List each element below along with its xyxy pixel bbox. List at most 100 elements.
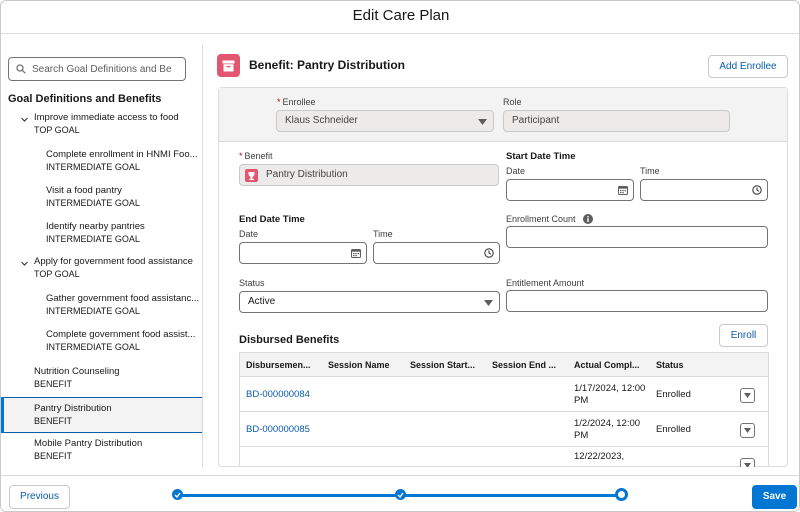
column-header-disbursement[interactable]: Disbursemen... — [240, 353, 322, 377]
goal-tree: Improve immediate access to food TOP GOA… — [1, 109, 202, 467]
tree-item-benefit-selected[interactable]: Pantry Distribution BENEFIT — [1, 397, 202, 433]
tree-item-subgoal[interactable]: Visit a food pantry INTERMEDIATE GOAL — [1, 181, 202, 217]
tree-item-type: BENEFIT — [34, 451, 73, 461]
column-header-session-end[interactable]: Session End ... — [486, 353, 568, 377]
column-header-session-start[interactable]: Session Start... — [404, 353, 486, 377]
start-date-time-heading: Start Date Time — [506, 151, 576, 162]
goal-sidebar: Goal Definitions and Benefits Improve im… — [1, 45, 203, 467]
progress-step-completed[interactable] — [172, 489, 183, 500]
tree-item-label: Nutrition Counseling — [34, 366, 120, 377]
progress-step-current[interactable] — [615, 488, 628, 501]
tree-item-label: Gather government food assistanc... — [46, 293, 200, 304]
enrollee-combobox[interactable]: Klaus Schneider — [276, 110, 494, 132]
search-icon — [16, 64, 26, 74]
enrollee-panel: * Enrollee Klaus Schneider Role Participa… — [218, 87, 788, 467]
tree-item-subgoal[interactable]: Identify nearby pantries INTERMEDIATE GO… — [1, 217, 202, 253]
tree-item-type: TOP GOAL — [34, 269, 80, 279]
tree-item-goal[interactable]: Improve immediate access to food TOP GOA… — [1, 109, 202, 145]
save-button[interactable]: Save — [752, 485, 797, 509]
status-cell: Enrolled — [656, 388, 691, 400]
tree-item-type: BENEFIT — [34, 379, 73, 389]
add-enrollee-button[interactable]: Add Enrollee — [708, 55, 788, 78]
end-date-input[interactable] — [239, 242, 367, 264]
tree-item-benefit[interactable]: Mobile Pantry Distribution BENEFIT — [1, 433, 202, 467]
status-label: Status — [239, 278, 265, 288]
start-time-label: Time — [640, 166, 660, 176]
tree-item-type: INTERMEDIATE GOAL — [46, 234, 140, 244]
previous-button[interactable]: Previous — [9, 485, 70, 509]
clock-icon[interactable] — [752, 185, 762, 195]
disbursement-link[interactable]: BD-000000085 — [240, 412, 322, 447]
benefit-icon — [217, 54, 240, 77]
column-header-status[interactable]: Status — [650, 353, 732, 377]
role-field: Participant — [503, 110, 730, 132]
enroll-button[interactable]: Enroll — [719, 324, 768, 347]
column-header-session-name[interactable]: Session Name — [322, 353, 404, 377]
check-icon — [174, 492, 181, 498]
row-actions-button[interactable] — [740, 458, 755, 467]
required-marker: * — [239, 151, 243, 161]
tree-heading: Goal Definitions and Benefits — [8, 93, 162, 105]
tree-item-goal[interactable]: Apply for government food assistance TOP… — [1, 253, 202, 289]
progress-step-completed[interactable] — [395, 489, 406, 500]
session-name-cell — [322, 377, 404, 412]
tree-item-label: Pantry Distribution — [34, 403, 112, 414]
care-plan-window: Edit Care Plan Goal Definitions and Bene… — [0, 0, 800, 512]
tree-item-label: Identify nearby pantries — [46, 221, 145, 232]
tree-item-subgoal[interactable]: Complete enrollment in HNMI Foo... INTER… — [1, 145, 202, 181]
tree-item-label: Complete enrollment in HNMI Foo... — [46, 149, 198, 160]
status-select[interactable]: Active — [239, 291, 500, 313]
caret-down-icon — [484, 300, 493, 306]
end-time-label: Time — [373, 229, 393, 239]
search-input[interactable] — [32, 63, 182, 75]
row-actions-button[interactable] — [740, 388, 755, 403]
session-end-cell — [486, 412, 568, 447]
status-cell: Enrolled — [656, 423, 691, 435]
session-name-cell — [322, 412, 404, 447]
page-header: Edit Care Plan — [1, 1, 799, 34]
table-header: Disbursemen... Session Name Session Star… — [240, 353, 768, 377]
page-title: Edit Care Plan — [352, 7, 450, 24]
end-time-input[interactable] — [373, 242, 500, 264]
info-icon[interactable] — [583, 214, 594, 224]
disbursement-link[interactable] — [240, 447, 322, 467]
chevron-down-icon[interactable] — [20, 115, 29, 124]
entitlement-amount-input[interactable] — [506, 290, 768, 312]
disbursed-benefits-title: Disbursed Benefits — [239, 334, 340, 346]
enrollment-count-input[interactable] — [506, 226, 768, 248]
calendar-icon[interactable] — [618, 185, 628, 195]
benefit-detail: Benefit: Pantry Distribution Add Enrolle… — [217, 45, 797, 467]
calendar-icon[interactable] — [351, 248, 361, 258]
caret-down-icon — [744, 428, 751, 433]
actual-completion-cell: 12/22/2023, — [574, 451, 625, 462]
tree-item-subgoal[interactable]: Gather government food assistanc... INTE… — [1, 289, 202, 325]
tree-item-label: Visit a food pantry — [46, 185, 122, 196]
column-header-actual-completion[interactable]: Actual Compl... — [568, 353, 650, 377]
tree-item-subgoal[interactable]: Complete government food assist... INTER… — [1, 325, 202, 361]
end-date-time-heading: End Date Time — [239, 214, 305, 225]
tree-item-type: TOP GOAL — [34, 125, 80, 135]
clock-icon[interactable] — [484, 248, 494, 258]
actual-completion-cell: 1/2/2024, 12:00 PM — [574, 417, 641, 441]
row-actions-button[interactable] — [740, 423, 755, 438]
enrollee-value: Klaus Schneider — [285, 115, 358, 126]
footer-bar: Previous Save — [1, 475, 799, 511]
disbursement-link[interactable]: BD-000000084 — [240, 377, 322, 412]
actual-completion-cell: 1/17/2024, 12:00 PM — [574, 382, 646, 406]
tree-item-label: Complete government food assist... — [46, 329, 196, 340]
caret-down-icon — [478, 119, 487, 125]
tree-item-benefit[interactable]: Nutrition Counseling BENEFIT — [1, 361, 202, 397]
tree-item-type: INTERMEDIATE GOAL — [46, 198, 140, 208]
enrollee-label-text: Enrollee — [282, 97, 316, 107]
table-row: 12/22/2023, — [240, 447, 768, 467]
start-date-input[interactable] — [506, 179, 634, 201]
table-row: BD-000000084 1/17/2024, 12:00 PM Enrolle… — [240, 377, 768, 412]
benefit-badge-icon — [245, 169, 258, 182]
caret-down-icon — [744, 393, 751, 398]
start-time-input[interactable] — [640, 179, 768, 201]
benefit-field: Pantry Distribution — [239, 164, 499, 186]
chevron-down-icon[interactable] — [20, 259, 29, 268]
tree-item-type: INTERMEDIATE GOAL — [46, 162, 140, 172]
search-box[interactable] — [8, 57, 186, 81]
tree-item-label: Mobile Pantry Distribution — [34, 438, 143, 449]
